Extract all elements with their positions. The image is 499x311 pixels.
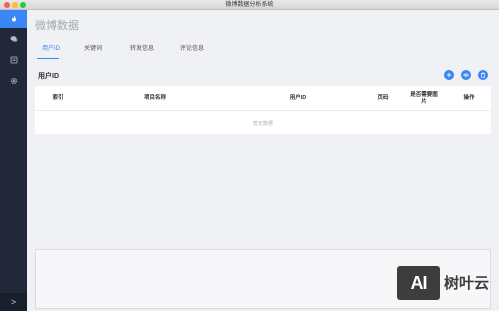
table-header: 索引 项目名称 用户ID 页码 是否需要图片 操作 — [35, 86, 491, 111]
chevron-right-icon: > — [10, 297, 17, 307]
sidebar: > — [0, 10, 27, 311]
sidebar-item-weibo[interactable] — [0, 10, 27, 28]
column-header-project-name: 项目名称 — [143, 95, 166, 101]
user-id-table: 索引 项目名称 用户ID 页码 是否需要图片 操作 暂无数据 — [35, 86, 491, 134]
watermark-text: 树叶云 — [444, 275, 490, 292]
view-button[interactable] — [461, 70, 471, 80]
sidebar-item-settings[interactable] — [0, 72, 27, 90]
tab-comment-info[interactable]: 评论信息 — [167, 45, 217, 59]
watermark-logo: AI — [397, 266, 440, 300]
section-title: 用户ID — [38, 73, 59, 80]
add-button[interactable] — [444, 70, 454, 80]
tab-repost-info[interactable]: 转发信息 — [117, 45, 167, 59]
action-buttons — [444, 70, 488, 80]
gear-icon — [10, 77, 17, 85]
sidebar-item-chat[interactable] — [0, 30, 27, 48]
tab-keyword[interactable]: 关键词 — [69, 45, 117, 59]
window-title: 微博数据分析系统 — [225, 2, 274, 8]
sidebar-item-document[interactable] — [0, 51, 27, 69]
tab-user-id[interactable]: 用户ID — [33, 45, 69, 59]
sidebar-collapse-button[interactable]: > — [0, 293, 27, 311]
page-title: 微博数据 — [35, 20, 79, 32]
document-icon — [10, 56, 17, 64]
column-header-needs-image: 是否需要图片 — [410, 91, 438, 105]
empty-state: 暂无数据 — [252, 120, 273, 127]
trash-icon — [481, 72, 485, 78]
tab-bar: 用户ID 关键词 转发信息 评论信息 — [33, 45, 217, 59]
eye-icon — [463, 73, 469, 77]
window-titlebar: 微博数据分析系统 — [0, 0, 499, 10]
column-header-index: 索引 — [52, 95, 64, 101]
delete-button[interactable] — [478, 70, 488, 80]
column-header-page: 页码 — [377, 95, 389, 101]
column-header-user-id: 用户ID — [289, 95, 307, 101]
plus-icon — [446, 72, 452, 78]
fire-icon — [11, 15, 16, 22]
column-header-actions: 操作 — [463, 95, 475, 101]
chat-icon — [10, 36, 17, 42]
